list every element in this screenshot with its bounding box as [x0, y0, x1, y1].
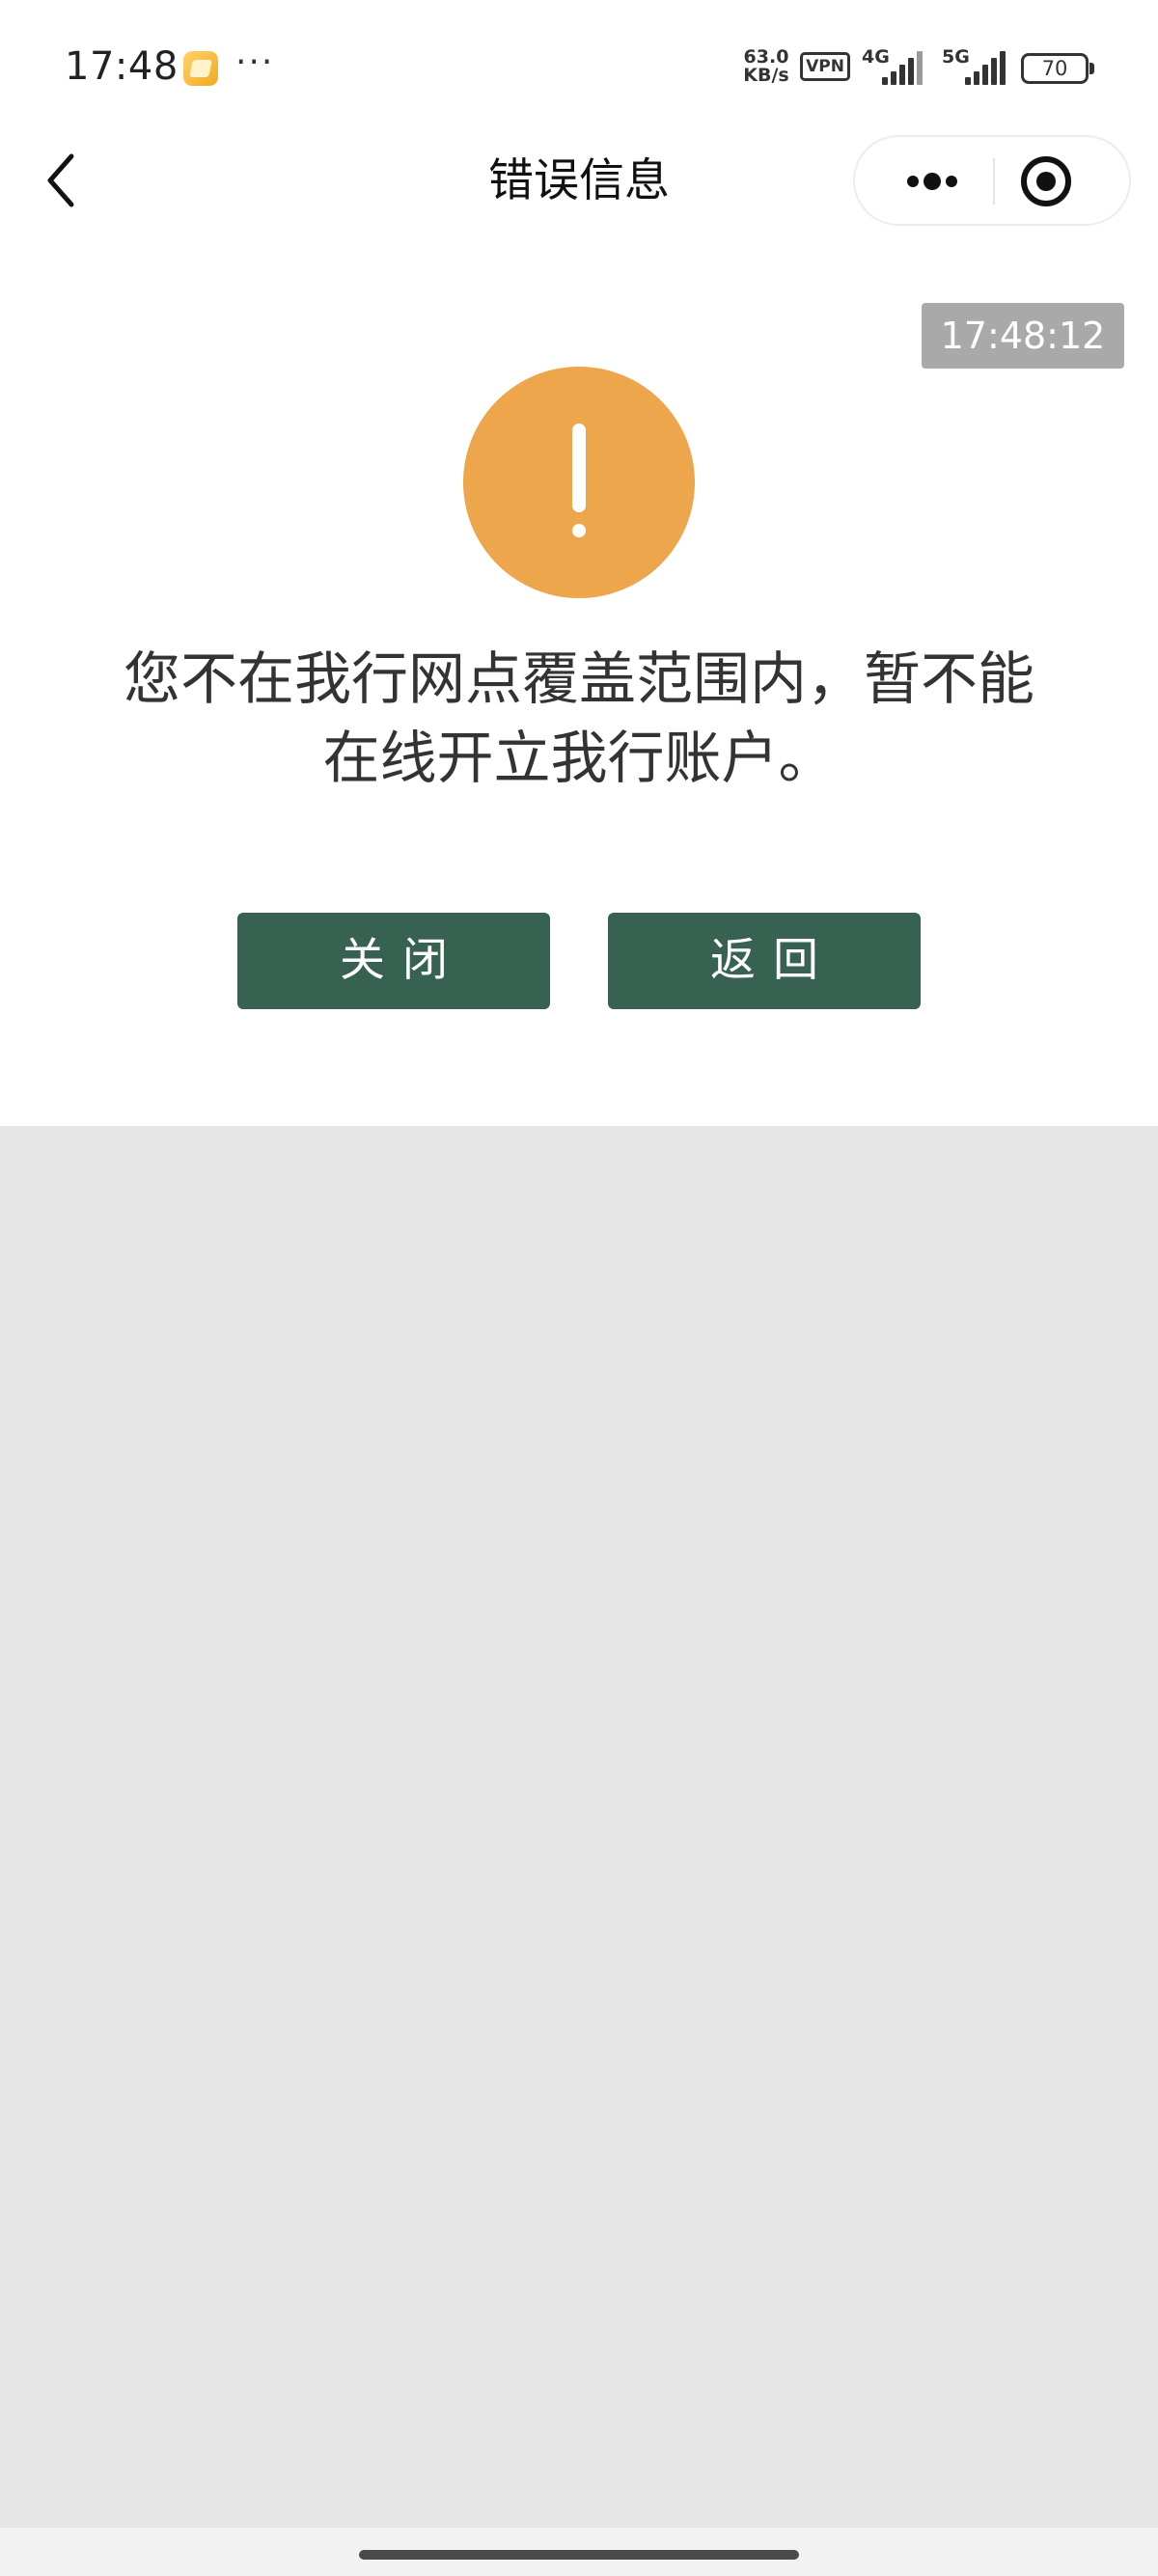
back-button[interactable] — [39, 145, 87, 214]
battery-icon: 70 — [1021, 53, 1094, 84]
return-button[interactable]: 返回 — [608, 913, 921, 1009]
timestamp-badge: 17:48:12 — [922, 303, 1124, 369]
more-button[interactable] — [874, 137, 990, 224]
vpn-badge: VPN — [800, 52, 850, 81]
network-speed-unit: KB/s — [743, 65, 789, 86]
more-dots-icon — [907, 173, 957, 190]
signal-5g-icon — [965, 50, 1011, 85]
home-indicator[interactable] — [359, 2550, 799, 2560]
close-button[interactable]: 关闭 — [237, 913, 550, 1009]
error-message-line-2: 在线开立我行账户。 — [322, 725, 836, 791]
mini-program-capsule — [853, 135, 1131, 226]
exclamation-icon — [463, 367, 695, 598]
status-bar: 17:48 ··· 63.0 KB/s VPN 4G 5G 70 — [0, 0, 1158, 135]
network-speed: 63.0 KB/s — [737, 48, 795, 85]
chevron-left-icon — [47, 153, 74, 207]
signal-4g-icon — [882, 50, 928, 85]
page-title: 错误信息 — [488, 154, 670, 207]
error-message-line-1: 您不在我行网点覆盖范围内，暂不能 — [123, 645, 1034, 712]
exit-button[interactable] — [998, 137, 1114, 224]
capsule-divider — [993, 158, 995, 205]
content-panel: 17:48 ··· 63.0 KB/s VPN 4G 5G 70 错误信息 17… — [0, 0, 1158, 1126]
status-more-icon: ··· — [235, 42, 275, 82]
status-time: 17:48 — [65, 44, 179, 89]
target-circle-icon — [1021, 156, 1071, 206]
home-bar — [0, 2528, 1158, 2576]
error-message: 您不在我行网点覆盖范围内，暂不能 在线开立我行账户。 — [77, 640, 1081, 798]
note-app-icon — [183, 51, 218, 86]
